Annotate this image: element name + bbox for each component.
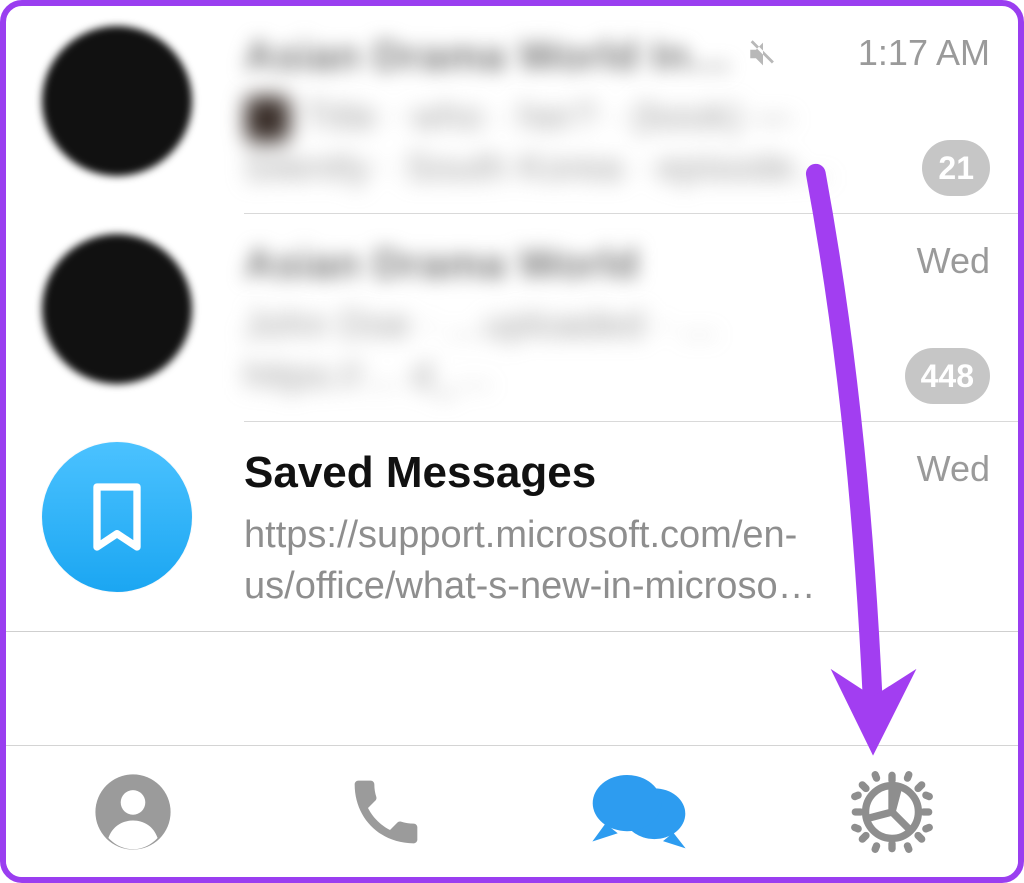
chat-title: Saved Messages [244, 448, 596, 498]
chat-meta: Wed 448 [850, 234, 990, 404]
avatar [42, 234, 192, 384]
chat-preview: Title · who · her? · (book) — Silently ·… [244, 92, 840, 195]
bookmark-icon [77, 477, 157, 557]
section-divider [6, 631, 1018, 632]
chat-title: Asian Drama World [244, 240, 639, 288]
chat-title: Asian Drama World In… [244, 32, 732, 80]
tab-settings[interactable] [765, 746, 1018, 877]
tab-bar [6, 745, 1018, 877]
chat-meta: 1:17 AM 21 [850, 26, 990, 196]
chat-timestamp: 1:17 AM [858, 32, 990, 74]
chat-timestamp: Wed [917, 240, 990, 282]
contacts-icon [92, 771, 174, 853]
avatar [42, 26, 192, 176]
chat-content: Asian Drama World John Doe · …uploaded ·… [244, 234, 840, 403]
chat-list: Asian Drama World In… Title · who · her?… [6, 6, 1018, 632]
tab-calls[interactable] [259, 746, 512, 877]
unread-badge: 448 [905, 348, 990, 404]
chat-preview: https://support.microsoft.com/en-us/offi… [244, 510, 840, 613]
chat-content: Saved Messages https://support.microsoft… [244, 442, 840, 613]
phone-icon [346, 772, 426, 852]
tab-chats[interactable] [512, 746, 765, 877]
chat-row[interactable]: Asian Drama World John Doe · …uploaded ·… [6, 214, 1018, 422]
chat-timestamp: Wed [917, 448, 990, 490]
chat-row-saved-messages[interactable]: Saved Messages https://support.microsoft… [6, 422, 1018, 631]
unread-badge: 21 [922, 140, 990, 196]
app-frame: Asian Drama World In… Title · who · her?… [0, 0, 1024, 883]
saved-messages-avatar [42, 442, 192, 592]
gear-icon [848, 768, 936, 856]
chat-row[interactable]: Asian Drama World In… Title · who · her?… [6, 6, 1018, 214]
chat-meta: Wed [850, 442, 990, 490]
chats-icon [591, 769, 687, 855]
chat-content: Asian Drama World In… Title · who · her?… [244, 26, 840, 195]
tab-contacts[interactable] [6, 746, 259, 877]
mute-icon [746, 37, 780, 76]
chat-preview: John Doe · …uploaded · … https://… d_… [244, 300, 840, 403]
